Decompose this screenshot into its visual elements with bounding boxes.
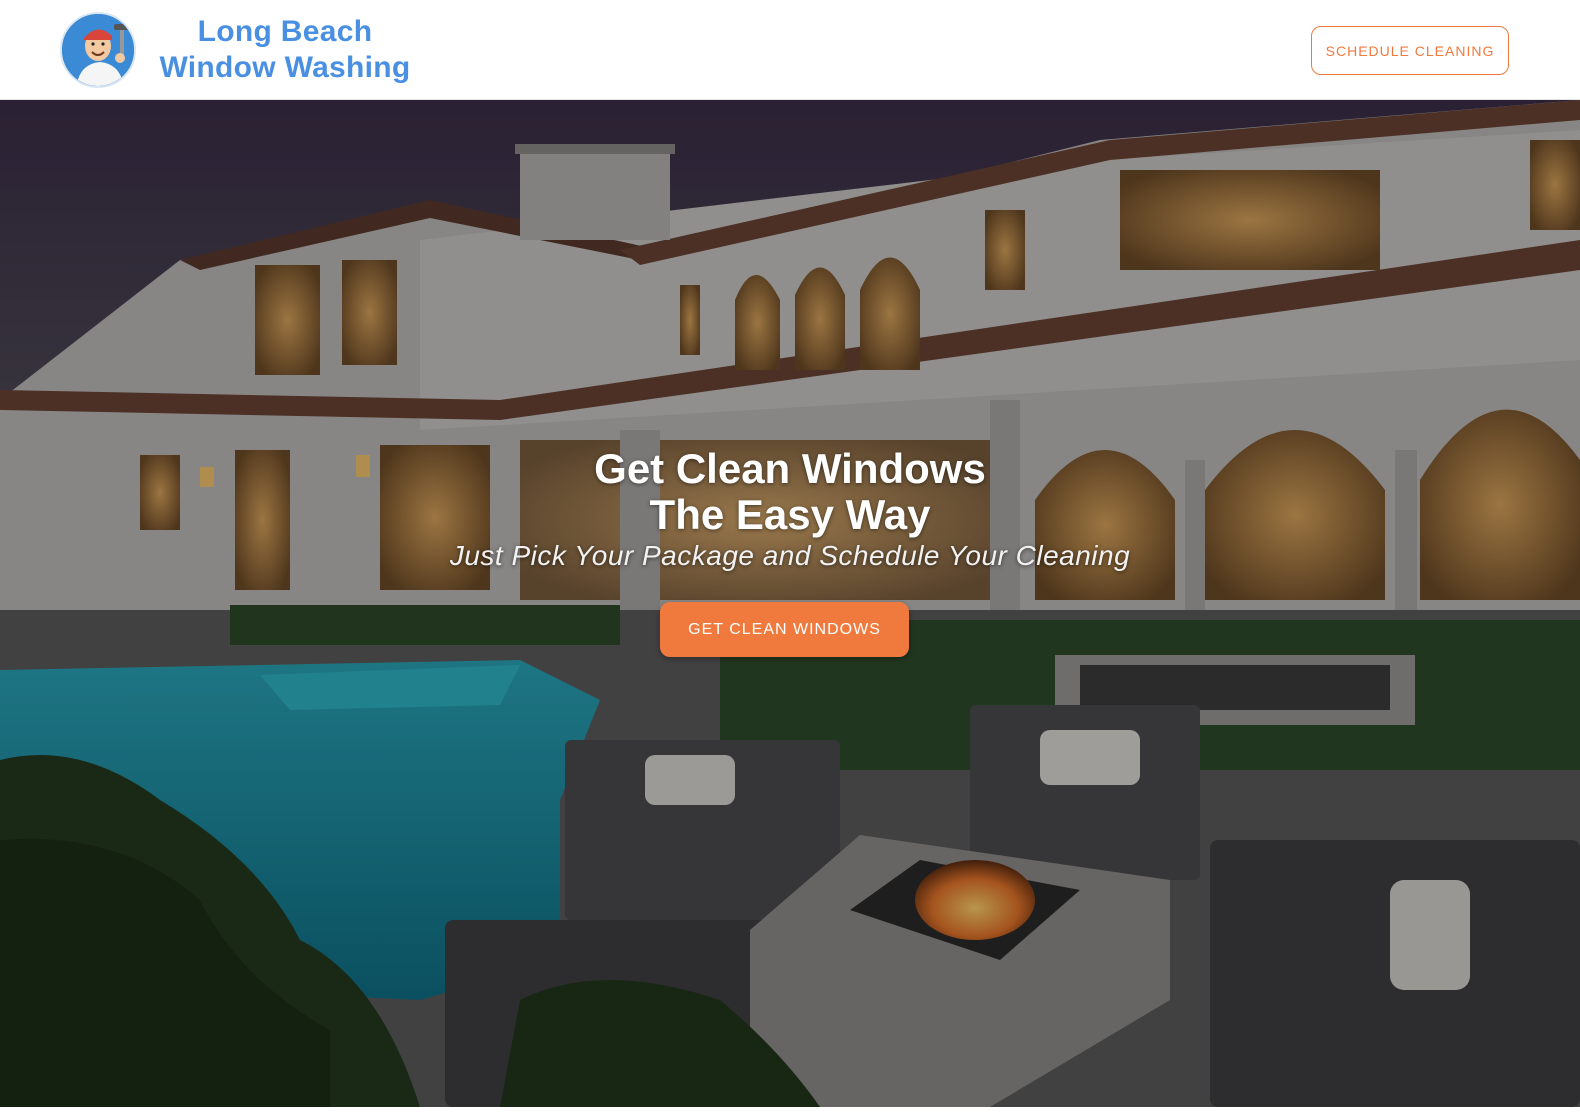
window-washer-mascot-icon[interactable] <box>60 12 136 88</box>
hero-subtitle: Just Pick Your Package and Schedule Your… <box>449 540 1131 571</box>
bottom-strip <box>0 1107 1580 1119</box>
get-clean-windows-button[interactable]: GET CLEAN WINDOWS <box>660 602 909 657</box>
hero-section: Get Clean Windows The Easy Way Just Pick… <box>0 100 1580 1107</box>
hero-title-line2: The Easy Way <box>649 491 931 538</box>
brand-name-line2: Window Washing <box>159 51 411 84</box>
brand-name-line1: Long Beach <box>197 15 373 48</box>
hero-title-line1: Get Clean Windows <box>594 445 986 492</box>
schedule-cleaning-button[interactable]: SCHEDULE CLEANING <box>1311 26 1509 75</box>
site-header: Long Beach Window Washing SCHEDULE CLEAN… <box>0 0 1580 100</box>
hero-title: Get Clean Windows The Easy Way <box>440 446 1140 538</box>
brand-name[interactable]: Long Beach Window Washing <box>150 14 420 86</box>
